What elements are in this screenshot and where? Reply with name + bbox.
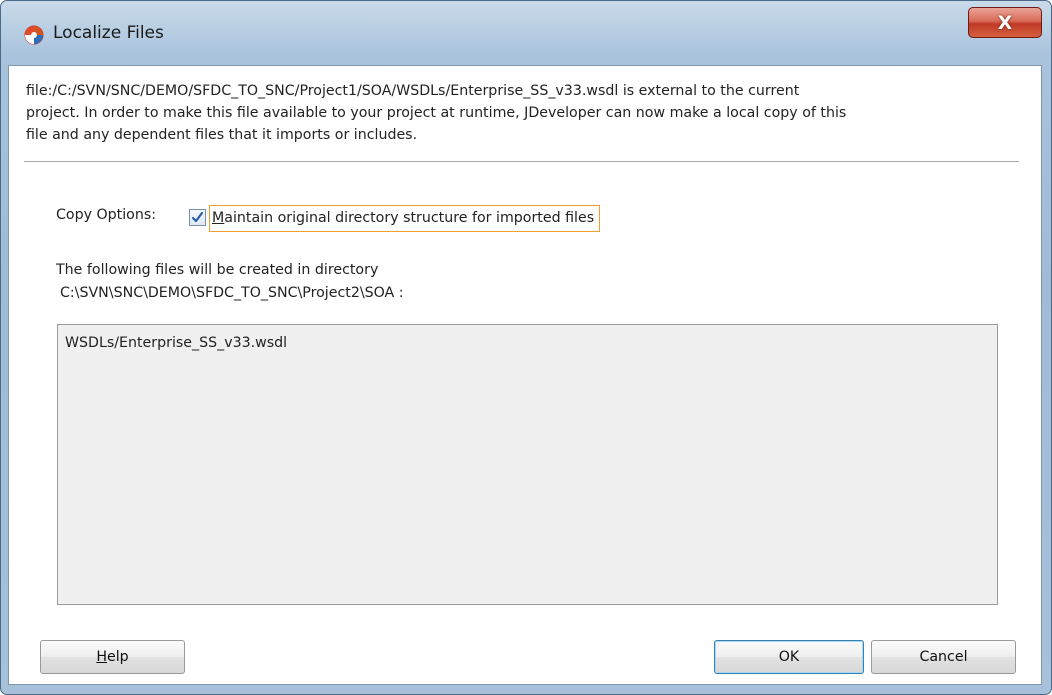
description-line: file:/C:/SVN/SNC/DEMO/SFDC_TO_SNC/Projec… (26, 83, 800, 99)
maintain-structure-checkbox[interactable] (189, 209, 206, 226)
separator (24, 161, 1019, 163)
description-text: file:/C:/SVN/SNC/DEMO/SFDC_TO_SNC/Projec… (26, 80, 1026, 146)
description-line: project. In order to make this file avai… (26, 105, 847, 121)
maintain-structure-label[interactable]: Maintain original directory structure fo… (209, 205, 601, 232)
cancel-button[interactable]: Cancel (871, 640, 1016, 674)
mnemonic-letter: H (96, 649, 107, 665)
close-button[interactable]: X (968, 7, 1042, 38)
checkmark-icon (191, 211, 204, 223)
localize-files-dialog: Localize Files X file:/C:/SVN/SNC/DEMO/S… (0, 0, 1052, 695)
cancel-button-label: Cancel (919, 649, 968, 665)
target-directory-caption: The following files will be created in d… (56, 262, 379, 278)
dialog-content: file:/C:/SVN/SNC/DEMO/SFDC_TO_SNC/Projec… (8, 65, 1042, 685)
close-icon: X (997, 11, 1013, 34)
ok-button[interactable]: OK (714, 640, 864, 674)
description-line: file and any dependent files that it imp… (26, 127, 418, 143)
ok-button-label: OK (778, 649, 800, 665)
checkbox-label-text: aintain original directory structure for… (224, 210, 595, 226)
list-item[interactable]: WSDLs/Enterprise_SS_v33.wsdl (65, 335, 287, 351)
help-button-label: elp (106, 649, 129, 665)
title-bar[interactable]: Localize Files X (1, 1, 1051, 65)
target-directory-path: C:\SVN\SNC\DEMO\SFDC_TO_SNC\Project2\SOA… (60, 285, 404, 301)
mnemonic-letter: M (212, 210, 225, 226)
copy-options-label: Copy Options: (56, 207, 157, 223)
files-list[interactable]: WSDLs/Enterprise_SS_v33.wsdl (57, 324, 998, 605)
jdeveloper-app-icon (24, 25, 44, 45)
dialog-title: Localize Files (53, 23, 164, 43)
help-button[interactable]: Help (40, 640, 185, 674)
